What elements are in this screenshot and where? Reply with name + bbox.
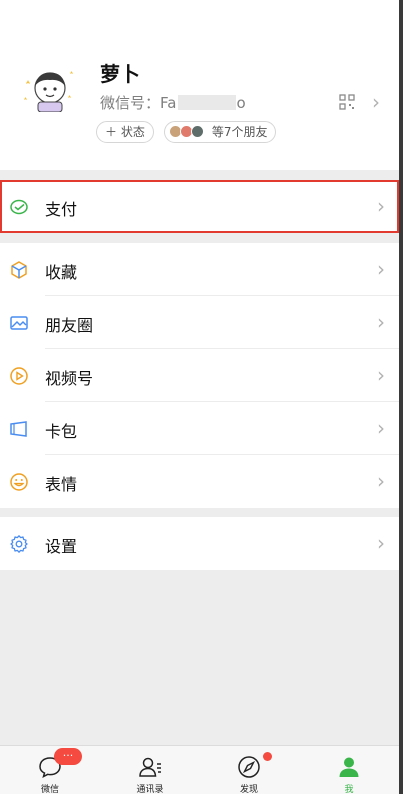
- wechat-id-suffix: o: [236, 94, 246, 112]
- chevron-right-icon: ›: [377, 257, 385, 281]
- menu-item-label: 视频号: [45, 369, 94, 388]
- status-button[interactable]: ＋ 状态: [96, 121, 154, 143]
- menu-item-moments[interactable]: 朋友圈 ›: [0, 296, 399, 349]
- wechat-id: 微信号：Fa o: [100, 92, 246, 113]
- channels-play-icon: [10, 367, 28, 385]
- tab-chats[interactable]: ··· 微信: [0, 746, 100, 794]
- menu-item-pay[interactable]: 支付 ›: [0, 180, 399, 233]
- menu-item-stickers[interactable]: 表情 ›: [0, 455, 399, 508]
- menu-item-label: 收藏: [45, 263, 78, 282]
- chevron-right-icon: ›: [377, 363, 385, 387]
- favorites-cube-icon: [11, 261, 27, 279]
- chevron-right-icon: ›: [377, 469, 385, 493]
- unread-badge: ···: [54, 748, 82, 765]
- menu-item-label: 表情: [45, 475, 78, 494]
- tab-me[interactable]: 我: [299, 746, 399, 794]
- menu-item-settings[interactable]: 设置 ›: [0, 517, 399, 570]
- settings-group: 设置 ›: [0, 517, 399, 570]
- profile-header[interactable]: 萝卜 微信号：Fa o › ＋ 状态 等7个朋友: [0, 0, 399, 170]
- nickname: 萝卜: [100, 62, 140, 86]
- avatar[interactable]: [20, 62, 78, 112]
- menu-item-label: 设置: [45, 537, 78, 556]
- friends-status-button[interactable]: 等7个朋友: [164, 121, 277, 143]
- card-wallet-icon: [10, 421, 27, 437]
- menu-item-favorites[interactable]: 收藏 ›: [0, 243, 399, 296]
- tab-label: 微信: [40, 785, 59, 794]
- chevron-right-icon: ›: [377, 531, 385, 555]
- tab-discover[interactable]: 发现: [199, 746, 299, 794]
- menu-item-channels[interactable]: 视频号 ›: [0, 349, 399, 402]
- pay-group: 支付 ›: [0, 180, 399, 233]
- friends-status-label: 等7个朋友: [211, 125, 268, 139]
- person-icon: [339, 757, 359, 777]
- chevron-right-icon: ›: [377, 310, 385, 334]
- menu-item-label: 卡包: [45, 422, 78, 441]
- menu-item-label: 支付: [45, 200, 78, 219]
- bottom-tab-bar: ··· 微信 通讯录 发现 我: [0, 745, 399, 794]
- tab-label: 发现: [239, 785, 258, 794]
- menu-item-cards[interactable]: 卡包 ›: [0, 402, 399, 455]
- tab-label: 我: [344, 785, 354, 794]
- tab-label: 通讯录: [136, 785, 164, 794]
- pay-icon: [10, 199, 28, 215]
- menu-item-label: 朋友圈: [45, 316, 94, 335]
- friend-avatar: [191, 125, 204, 138]
- compass-icon: [238, 756, 260, 778]
- tab-contacts[interactable]: 通讯录: [100, 746, 200, 794]
- new-content-dot: [263, 752, 272, 761]
- chevron-right-icon[interactable]: ›: [372, 92, 380, 112]
- wechat-id-redaction: [178, 95, 237, 110]
- contacts-icon: [139, 757, 161, 777]
- moments-photo-icon: [10, 316, 28, 330]
- wechat-id-prefix: 微信号：Fa: [100, 94, 177, 112]
- chevron-right-icon: ›: [377, 416, 385, 440]
- smiley-icon: [10, 473, 28, 491]
- services-group: 收藏 › 朋友圈 › 视频号 › 卡包 › 表情 ›: [0, 243, 399, 508]
- qr-code-icon[interactable]: [339, 94, 355, 110]
- gear-icon: [10, 535, 28, 553]
- chevron-right-icon: ›: [377, 194, 385, 218]
- window-edge: [399, 0, 403, 794]
